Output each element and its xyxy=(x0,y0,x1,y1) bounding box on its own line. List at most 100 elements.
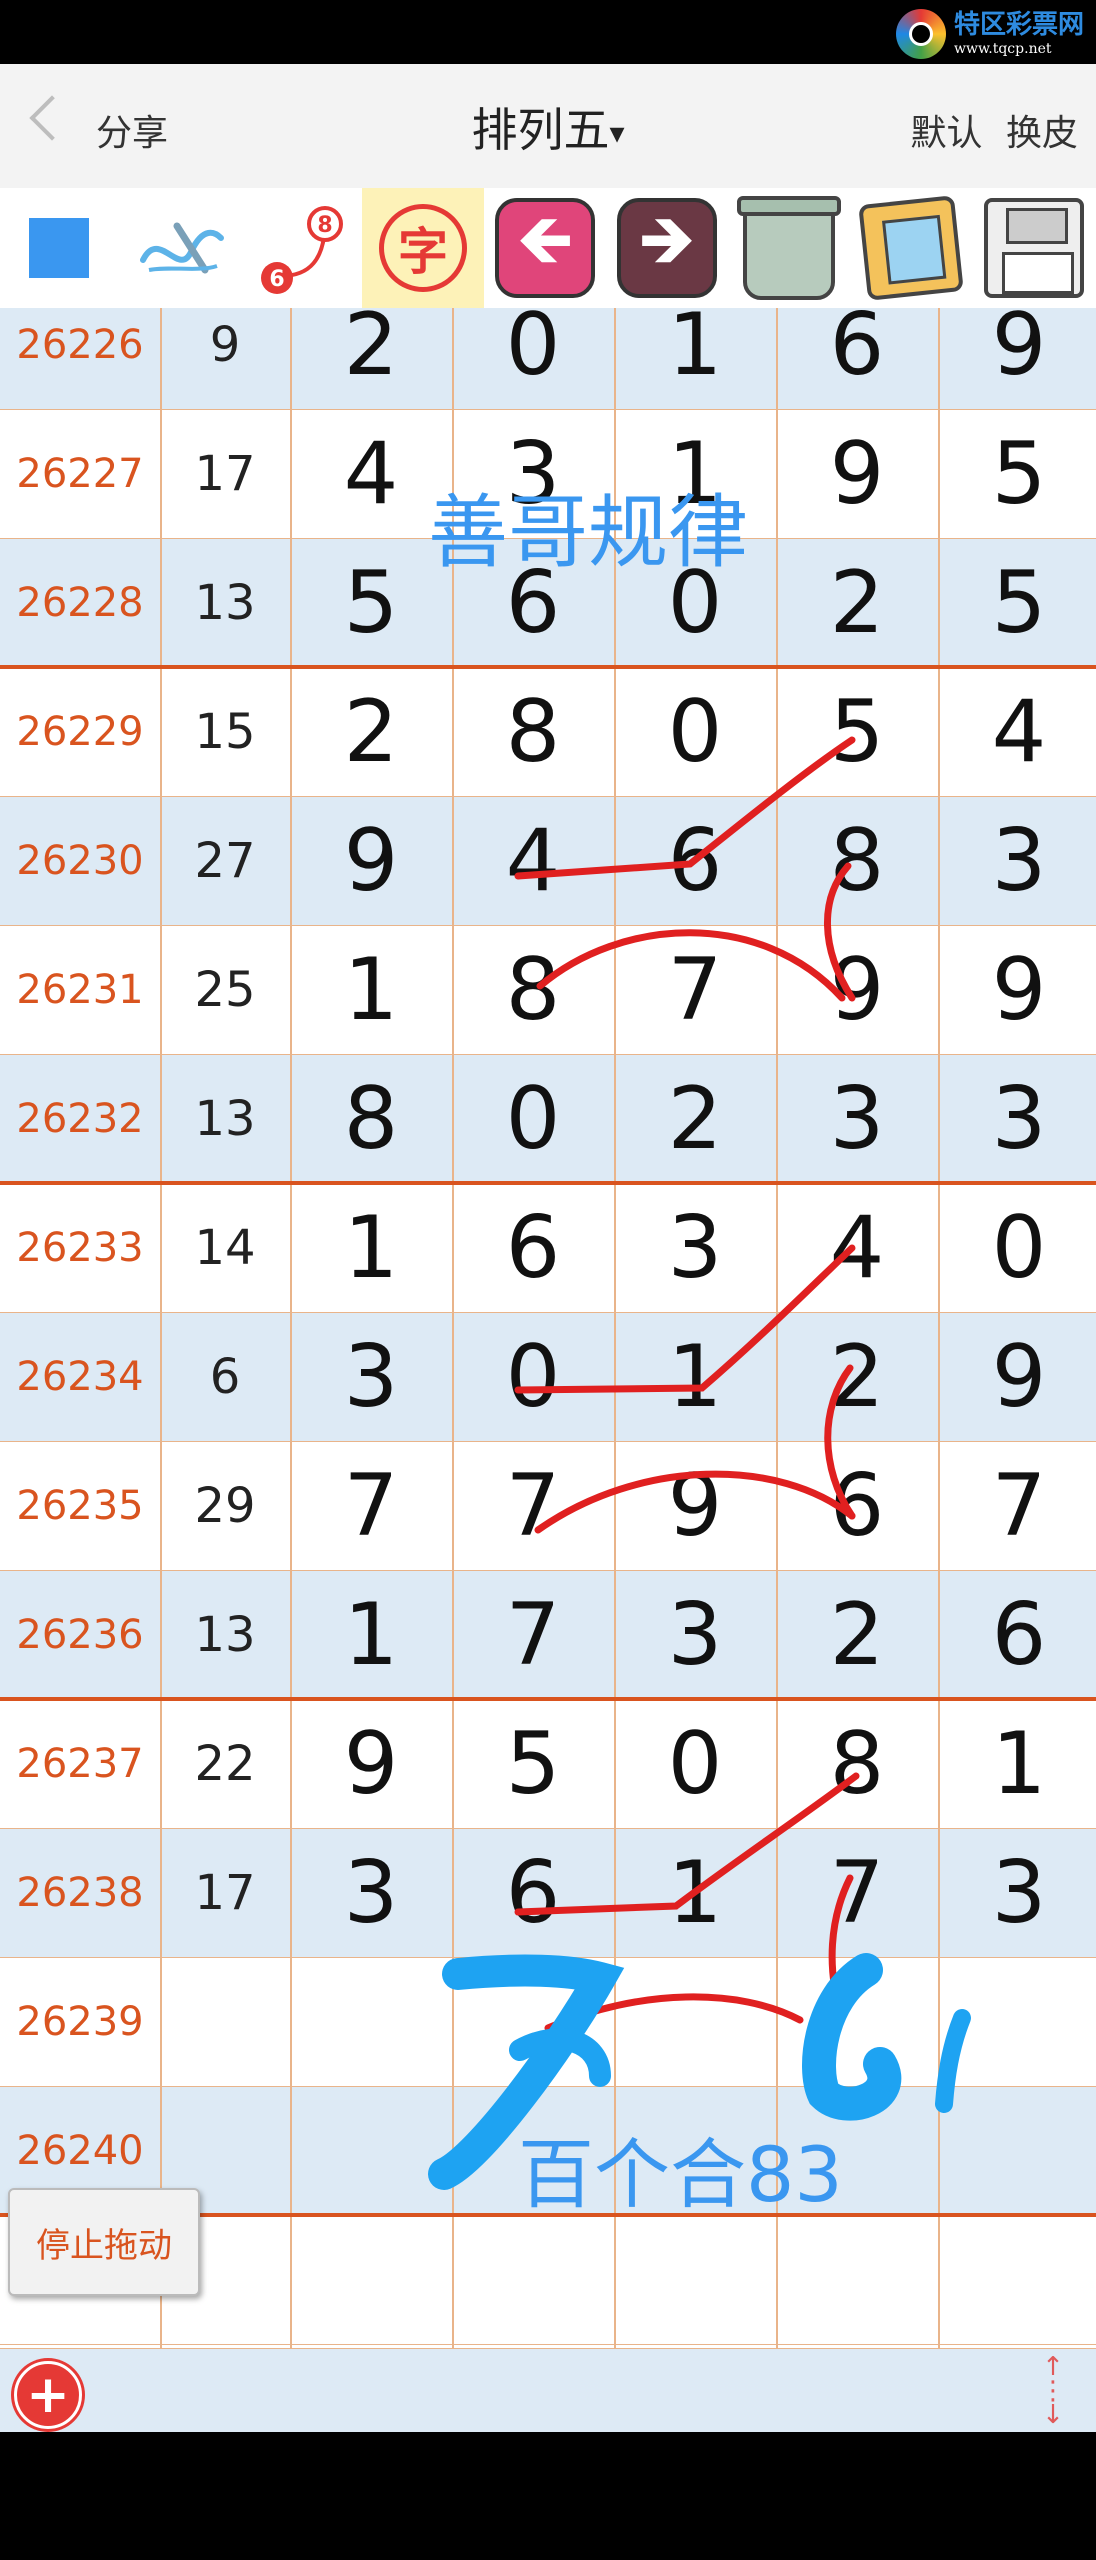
digit-cell[interactable]: 3 xyxy=(614,1183,776,1313)
table-row[interactable]: 26238 17 3 6 1 7 3 xyxy=(0,1828,1096,1958)
digit-cell[interactable] xyxy=(614,2215,776,2345)
digit-cell[interactable]: 8 xyxy=(452,925,614,1055)
digit-cell[interactable]: 2 xyxy=(776,1312,938,1442)
digit-cell[interactable]: 3 xyxy=(614,1570,776,1700)
digit-cell[interactable]: 8 xyxy=(452,667,614,797)
table-row[interactable]: 26234 6 3 0 1 2 9 xyxy=(0,1312,1096,1442)
digit-cell[interactable]: 3 xyxy=(452,409,614,539)
table-row[interactable]: 26228 13 5 6 0 2 5 xyxy=(0,538,1096,668)
digit-cell[interactable] xyxy=(776,2086,938,2216)
digit-cell[interactable]: 2 xyxy=(776,1570,938,1700)
color-square-button[interactable] xyxy=(0,188,118,308)
digit-cell[interactable] xyxy=(938,1957,1096,2087)
digit-cell[interactable]: 4 xyxy=(776,1183,938,1313)
digit-cell[interactable]: 3 xyxy=(938,1828,1096,1958)
table-row[interactable]: 26236 13 1 7 3 2 6 xyxy=(0,1570,1096,1700)
digit-cell[interactable] xyxy=(452,2086,614,2216)
table-row[interactable]: 26239 xyxy=(0,1957,1096,2087)
digit-cell[interactable]: 0 xyxy=(614,1699,776,1829)
digit-cell[interactable]: 2 xyxy=(776,538,938,668)
digit-cell[interactable]: 9 xyxy=(290,796,452,926)
digit-cell[interactable]: 1 xyxy=(290,1570,452,1700)
digit-cell[interactable]: 6 xyxy=(938,1570,1096,1700)
digit-cell[interactable]: 3 xyxy=(290,1828,452,1958)
table-row[interactable]: 26233 14 1 6 3 4 0 xyxy=(0,1183,1096,1313)
digit-cell[interactable]: 3 xyxy=(938,1054,1096,1184)
pictures-button[interactable] xyxy=(850,188,972,308)
digit-cell[interactable]: 0 xyxy=(614,667,776,797)
digit-cell[interactable]: 8 xyxy=(776,796,938,926)
digit-cell[interactable]: 0 xyxy=(614,538,776,668)
digit-cell[interactable]: 0 xyxy=(452,1312,614,1442)
digit-cell[interactable]: 5 xyxy=(776,667,938,797)
digit-cell[interactable]: 6 xyxy=(776,1441,938,1571)
table-row[interactable]: 26235 29 7 7 9 6 7 xyxy=(0,1441,1096,1571)
toggle-6-8-button[interactable]: 8 6 xyxy=(240,188,362,308)
digit-cell[interactable]: 5 xyxy=(938,538,1096,668)
digit-cell[interactable]: 6 xyxy=(776,308,938,410)
digit-cell[interactable]: 6 xyxy=(452,1183,614,1313)
digit-cell[interactable]: 3 xyxy=(938,796,1096,926)
digit-cell[interactable]: 0 xyxy=(452,1054,614,1184)
digit-cell[interactable]: 4 xyxy=(938,667,1096,797)
digit-cell[interactable]: 3 xyxy=(290,1312,452,1442)
digit-cell[interactable]: 8 xyxy=(290,1054,452,1184)
zi-character-button[interactable]: 字 xyxy=(362,188,484,308)
digit-cell[interactable]: 7 xyxy=(452,1570,614,1700)
digit-cell[interactable]: 1 xyxy=(290,1183,452,1313)
digit-cell[interactable]: 1 xyxy=(614,409,776,539)
digit-cell[interactable] xyxy=(452,1957,614,2087)
table-row[interactable]: 26232 13 8 0 2 3 3 xyxy=(0,1054,1096,1184)
digit-cell[interactable] xyxy=(776,1957,938,2087)
add-plus-icon[interactable]: + xyxy=(14,2361,82,2429)
digit-cell[interactable]: 0 xyxy=(452,308,614,410)
pen-button[interactable] xyxy=(118,188,240,308)
default-menu-button[interactable]: 默认 xyxy=(911,113,983,154)
digit-cell[interactable]: 5 xyxy=(938,409,1096,539)
save-button[interactable] xyxy=(972,188,1096,308)
trash-button[interactable] xyxy=(728,188,850,308)
digit-cell[interactable]: 7 xyxy=(776,1828,938,1958)
digit-cell[interactable]: 7 xyxy=(938,1441,1096,1571)
digit-cell[interactable]: 1 xyxy=(614,1312,776,1442)
digit-cell[interactable] xyxy=(938,2086,1096,2216)
prev-arrow-button[interactable]: 🡸 xyxy=(484,188,606,308)
table-row[interactable]: 26237 22 9 5 0 8 1 xyxy=(0,1699,1096,1829)
digit-cell[interactable]: 7 xyxy=(452,1441,614,1571)
table-row[interactable]: 26227 17 4 3 1 9 5 xyxy=(0,409,1096,539)
digit-cell[interactable]: 2 xyxy=(290,667,452,797)
digit-cell[interactable]: 1 xyxy=(614,308,776,410)
stop-drag-button[interactable]: 停止拖动 xyxy=(8,2188,200,2296)
digit-cell[interactable]: 9 xyxy=(938,1312,1096,1442)
digit-cell[interactable]: 6 xyxy=(452,1828,614,1958)
digit-cell[interactable] xyxy=(776,2215,938,2345)
digit-cell[interactable]: 9 xyxy=(938,308,1096,410)
results-grid[interactable]: 26226 9 2 0 1 6 9 26227 17 4 3 1 9 5 26228 13 5 6 0 2 5 26229… xyxy=(0,308,1096,2348)
digit-cell[interactable] xyxy=(614,2086,776,2216)
digit-cell[interactable]: 1 xyxy=(938,1699,1096,1829)
digit-cell[interactable]: 1 xyxy=(614,1828,776,1958)
digit-cell[interactable] xyxy=(452,2215,614,2345)
digit-cell[interactable]: 7 xyxy=(614,925,776,1055)
digit-cell[interactable]: 0 xyxy=(938,1183,1096,1313)
digit-cell[interactable]: 4 xyxy=(452,796,614,926)
digit-cell[interactable]: 9 xyxy=(290,1699,452,1829)
change-skin-button[interactable]: 换皮 xyxy=(1006,113,1078,154)
digit-cell[interactable]: 3 xyxy=(776,1054,938,1184)
digit-cell[interactable] xyxy=(938,2215,1096,2345)
digit-cell[interactable]: 9 xyxy=(614,1441,776,1571)
digit-cell[interactable]: 6 xyxy=(614,796,776,926)
table-row[interactable]: 26230 27 9 4 6 8 3 xyxy=(0,796,1096,926)
digit-cell[interactable]: 2 xyxy=(614,1054,776,1184)
digit-cell[interactable]: 4 xyxy=(290,409,452,539)
digit-cell[interactable]: 6 xyxy=(452,538,614,668)
vertical-drag-icon[interactable]: ↑ ⋮ ↓ xyxy=(1040,2354,1066,2428)
table-row[interactable]: 26231 25 1 8 7 9 9 xyxy=(0,925,1096,1055)
digit-cell[interactable] xyxy=(290,1957,452,2087)
digit-cell[interactable]: 9 xyxy=(776,409,938,539)
digit-cell[interactable]: 8 xyxy=(776,1699,938,1829)
next-arrow-button[interactable]: 🡺 xyxy=(606,188,728,308)
table-row[interactable]: 26229 15 2 8 0 5 4 xyxy=(0,667,1096,797)
digit-cell[interactable]: 9 xyxy=(938,925,1096,1055)
digit-cell[interactable] xyxy=(290,2215,452,2345)
